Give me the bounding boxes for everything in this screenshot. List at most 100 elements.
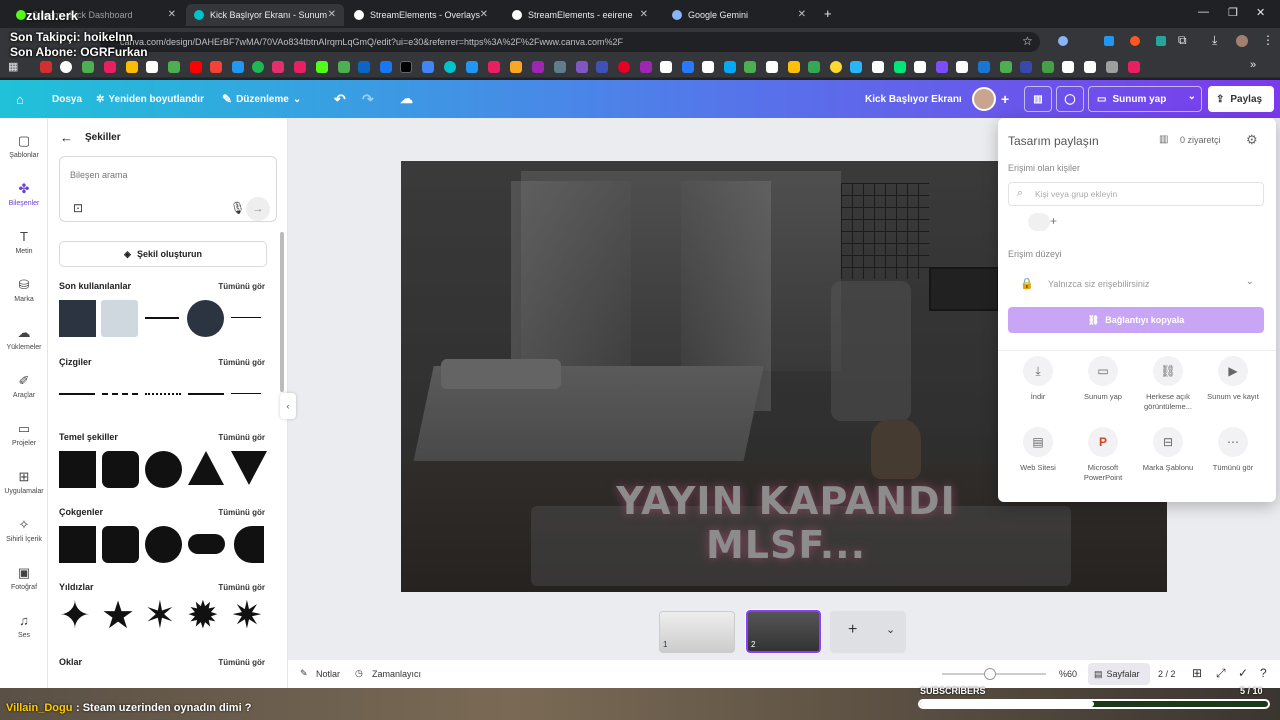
bookmark-icon[interactable] xyxy=(788,61,800,73)
browser-menu-icon[interactable]: ⋮ xyxy=(1262,33,1274,47)
bookmark-icon[interactable] xyxy=(596,61,608,73)
extension-icon[interactable] xyxy=(1104,36,1114,46)
bookmark-icon[interactable] xyxy=(872,61,884,73)
visitor-count[interactable]: 0 ziyaretçi xyxy=(1180,135,1221,145)
close-icon[interactable]: ✕ xyxy=(168,9,176,20)
extension-icon[interactable] xyxy=(1058,36,1068,46)
bookmark-icon[interactable] xyxy=(1062,61,1074,73)
bookmark-icon[interactable] xyxy=(146,61,158,73)
page-counter[interactable]: 2 / 2 xyxy=(1158,669,1176,679)
rail-item-photo[interactable]: ▣ Fotoğraf xyxy=(0,566,48,592)
chevron-down-icon[interactable]: ⌄ xyxy=(886,623,895,636)
bookmark-icon[interactable] xyxy=(830,61,842,73)
bookmark-icon[interactable] xyxy=(1000,61,1012,73)
present-button[interactable]: ▭ Sunum yap ⌄ xyxy=(1088,86,1202,112)
badge-star-shape[interactable]: ✷ xyxy=(231,596,263,636)
triangle-shape[interactable] xyxy=(188,451,224,485)
bookmark-icon[interactable] xyxy=(294,61,306,73)
see-all-link[interactable]: Tümünü gör xyxy=(218,358,265,367)
add-collaborator-button[interactable]: + xyxy=(1001,80,1009,118)
zoom-slider-handle[interactable] xyxy=(984,668,996,680)
notes-button[interactable]: Notlar xyxy=(316,669,340,679)
bookmark-icon[interactable] xyxy=(640,61,652,73)
bookmark-icon[interactable] xyxy=(466,61,478,73)
extension-icon[interactable] xyxy=(1130,36,1140,46)
timer-button[interactable]: Zamanlayıcı xyxy=(372,669,421,679)
bookmark-icon[interactable] xyxy=(766,61,778,73)
microphone-icon[interactable]: 🎙 xyxy=(230,201,245,215)
collaborator-avatar[interactable] xyxy=(972,87,996,111)
rail-item-music[interactable]: ♫ Ses xyxy=(0,614,48,640)
collapse-panel-button[interactable]: ‹ xyxy=(280,393,296,419)
square-shape[interactable] xyxy=(59,451,96,488)
fullscreen-icon[interactable]: ⤢ xyxy=(1216,666,1226,681)
see-all-link[interactable]: Tümünü gör xyxy=(218,282,265,291)
share-option-brand-template[interactable]: ⊟ Marka Şablonu xyxy=(1138,427,1198,473)
rail-item-text[interactable]: T Metin xyxy=(0,230,48,256)
undo-button[interactable]: ↶ xyxy=(334,80,346,118)
instagram-bookmark-icon[interactable] xyxy=(272,61,284,73)
search-input[interactable]: Bileşen arama xyxy=(70,170,128,180)
close-icon[interactable]: ✕ xyxy=(798,9,806,20)
see-all-link[interactable]: Tümünü gör xyxy=(218,433,265,442)
recent-line[interactable] xyxy=(231,317,261,318)
page-thumbnail-1[interactable]: 1 xyxy=(659,611,735,653)
copy-link-button[interactable]: ⛓ Bağlantıyı kopyala xyxy=(1008,307,1264,333)
bookmark-icon[interactable] xyxy=(168,61,180,73)
download-icon[interactable]: ⤓ xyxy=(1212,33,1217,48)
cloud-save-status[interactable]: ☁ xyxy=(400,80,413,118)
tab-streamelements-eeirene[interactable]: StreamElements - eeirene ✕ xyxy=(504,4,656,26)
bookmark-icon[interactable] xyxy=(60,61,72,73)
insights-button[interactable]: ▥ xyxy=(1024,86,1052,112)
recent-dark-square[interactable] xyxy=(59,300,96,337)
rail-item-tools[interactable]: ✐ Araçlar xyxy=(0,374,48,400)
page-thumbnail-2[interactable]: 2 xyxy=(745,609,822,654)
six-point-star-shape[interactable]: ✶ xyxy=(144,596,176,636)
bookmark-icon[interactable] xyxy=(232,61,244,73)
tab-canva[interactable]: Kick Başlıyor Ekranı - Sunum ✕ xyxy=(186,4,344,26)
chevron-down-icon[interactable]: ⌄ xyxy=(1188,91,1196,102)
bookmark-icon[interactable] xyxy=(338,61,350,73)
x-bookmark-icon[interactable] xyxy=(400,61,412,73)
extension-icon[interactable] xyxy=(1156,36,1166,46)
share-option-website[interactable]: ▤ Web Sitesi xyxy=(1008,427,1068,473)
bookmark-icon[interactable] xyxy=(210,61,222,73)
polygon-rounded[interactable] xyxy=(102,526,139,563)
profile-avatar[interactable] xyxy=(1236,35,1248,47)
add-person-icon[interactable]: + xyxy=(1050,214,1057,228)
url-field[interactable]: canva.com/design/DAHErBF7wMA/70VAo834tbt… xyxy=(100,32,1040,52)
bookmark-icon[interactable] xyxy=(682,61,694,73)
edit-mode-dropdown[interactable]: ✎ Düzenleme ⌄ xyxy=(222,80,301,118)
bookmark-icon[interactable] xyxy=(660,61,672,73)
close-icon[interactable]: ✕ xyxy=(640,9,648,20)
share-option-more[interactable]: ⋯ Tümünü gör xyxy=(1203,427,1263,473)
four-point-star-shape[interactable]: ✦ xyxy=(59,596,91,636)
bookmark-icon[interactable] xyxy=(702,61,714,73)
rail-item-brand[interactable]: ⛁ Marka xyxy=(0,278,48,304)
recent-circle[interactable] xyxy=(187,300,224,337)
people-input[interactable]: ⌕ Kişi veya grup ekleyin xyxy=(1008,182,1264,206)
spotify-bookmark-icon[interactable] xyxy=(252,61,264,73)
more-bookmarks-icon[interactable]: » xyxy=(1250,59,1256,71)
panel-scrollbar[interactable] xyxy=(280,232,284,392)
bookmark-icon[interactable] xyxy=(744,61,756,73)
close-icon[interactable]: ✕ xyxy=(480,9,488,20)
close-icon[interactable]: ✕ xyxy=(328,9,336,20)
bookmark-icon[interactable] xyxy=(1128,61,1140,73)
see-all-link[interactable]: Tümünü gör xyxy=(218,508,265,517)
share-button[interactable]: ⇪ Paylaş xyxy=(1208,86,1274,112)
minimize-icon[interactable]: — xyxy=(1198,6,1209,18)
solid-line[interactable] xyxy=(59,393,95,395)
kick-bookmark-icon[interactable] xyxy=(316,61,328,73)
zoom-level[interactable]: %60 xyxy=(1059,669,1077,679)
bookmark-icon[interactable] xyxy=(1106,61,1118,73)
bookmark-icon[interactable] xyxy=(724,61,736,73)
notion-bookmark-icon[interactable] xyxy=(956,61,968,73)
file-menu[interactable]: Dosya xyxy=(52,80,82,118)
image-search-icon[interactable]: ⊡ xyxy=(73,201,83,215)
new-tab-icon[interactable]: + xyxy=(824,6,832,21)
bookmark-icon[interactable] xyxy=(40,61,52,73)
back-arrow-icon[interactable]: ← xyxy=(60,130,73,145)
bookmark-icon[interactable] xyxy=(1020,61,1032,73)
apps-grid-icon[interactable]: ▦ xyxy=(8,60,18,73)
